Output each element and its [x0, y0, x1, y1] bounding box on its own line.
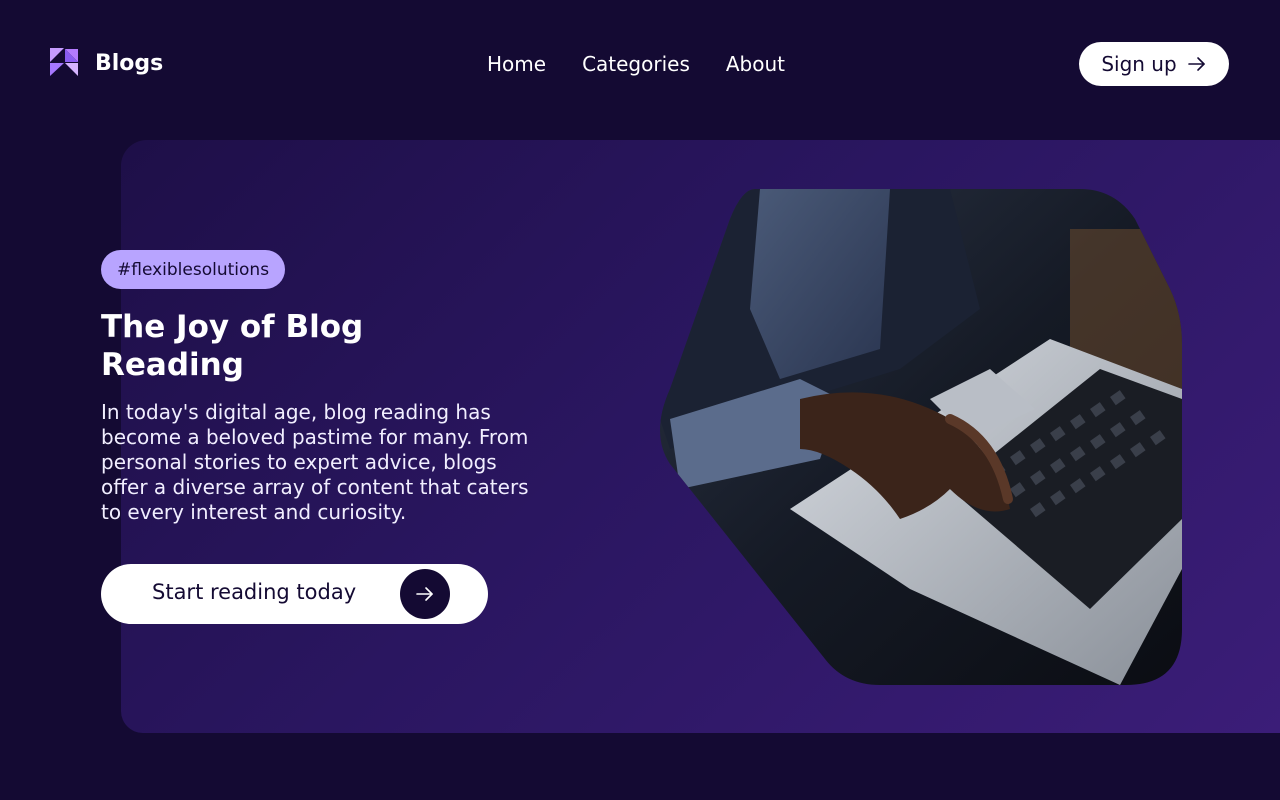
nav-about[interactable]: About: [726, 51, 785, 77]
nav-home[interactable]: Home: [487, 51, 546, 77]
logo-text: Blogs: [95, 50, 164, 76]
arrow-right-icon: [416, 587, 433, 601]
cta-label: Start reading today: [152, 580, 357, 604]
nav-categories[interactable]: Categories: [582, 51, 690, 77]
hashtag-badge: #flexiblesolutions: [101, 250, 286, 289]
signup-button[interactable]: Sign up: [1079, 42, 1229, 86]
page: Blogs Home Categories About Sign up #fle…: [0, 0, 1280, 800]
main-nav: Home Categories About: [487, 51, 785, 77]
hero-title: The Joy of Blog Reading: [101, 309, 364, 383]
start-reading-button[interactable]: Start reading today: [101, 564, 488, 624]
signup-label: Sign up: [1101, 52, 1177, 76]
arrow-right-icon: [1187, 57, 1205, 71]
hero-image: [660, 189, 1182, 685]
hashtag-label: #flexiblesolutions: [117, 259, 270, 280]
cta-arrow-circle: [400, 569, 450, 619]
logo-mark-icon: [50, 48, 78, 76]
logo-link[interactable]: Blogs: [50, 48, 163, 78]
hero-description: In today's digital age, blog reading has…: [101, 400, 529, 524]
